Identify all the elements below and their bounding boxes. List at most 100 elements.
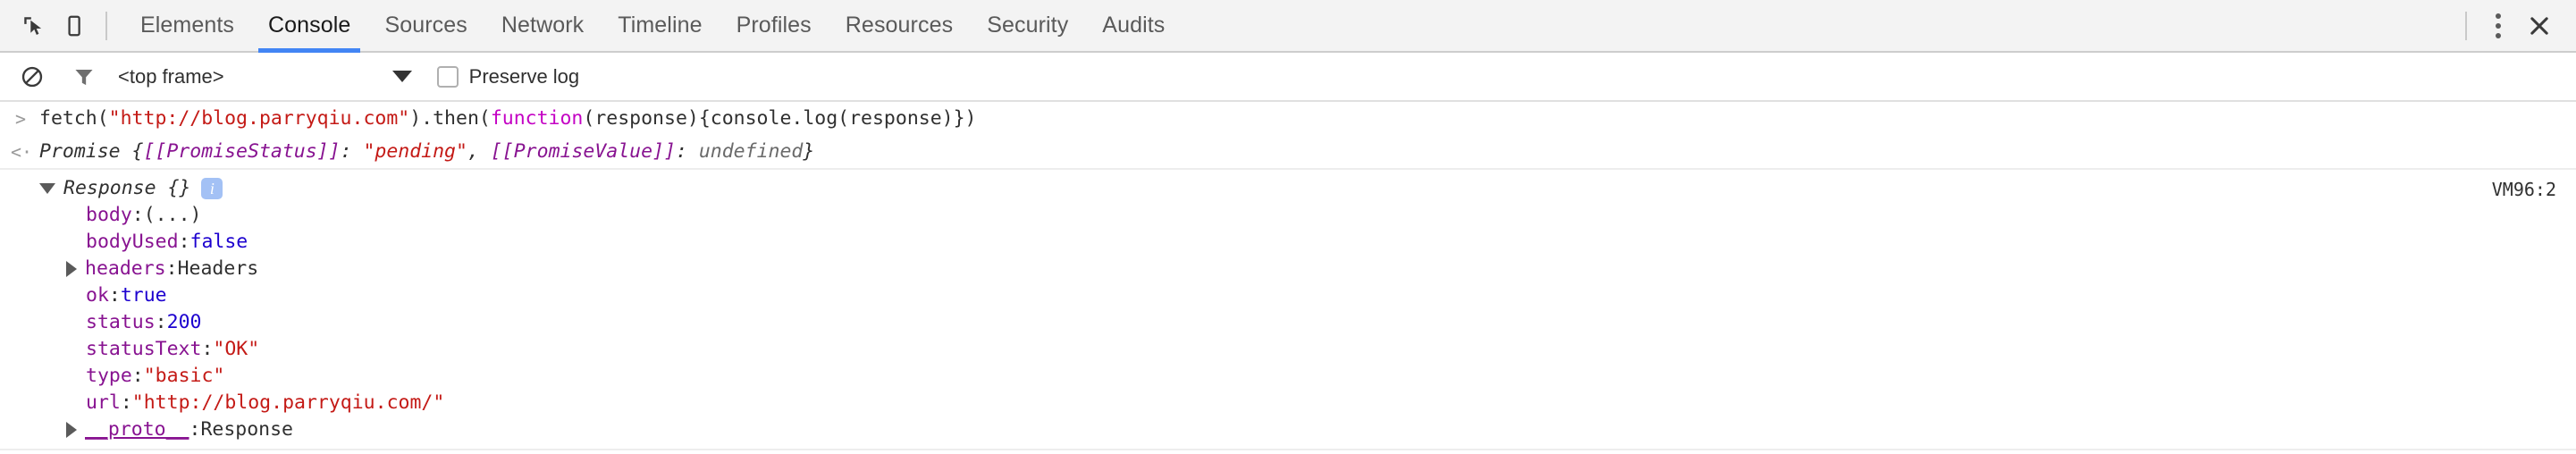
property-name: ok [86, 284, 109, 307]
object-property-statusText[interactable]: statusText: "OK" [66, 336, 2576, 363]
promise-status-key: [[PromiseStatus]] [143, 140, 341, 163]
command-part-2: ).then( [409, 107, 491, 130]
property-value: false [189, 231, 248, 253]
preserve-log-toggle[interactable]: Preserve log [436, 64, 580, 88]
tab-label: Profiles [736, 13, 812, 38]
execution-context-selector[interactable]: <top frame> [118, 65, 412, 88]
property-separator: : [165, 257, 178, 280]
property-name: headers [85, 257, 166, 280]
console-log-row[interactable]: VM96:2 Fetch complete: GET "http://blog.… [0, 450, 2576, 454]
tab-label: Resources [845, 13, 954, 38]
property-separator: : [189, 418, 201, 441]
tab-audits[interactable]: Audits [1085, 0, 1182, 51]
console-command-text: fetch("http://blog.parryqiu.com").then(f… [30, 105, 977, 132]
object-property-body[interactable]: body: (...) [66, 202, 2576, 229]
promise-close: } [803, 140, 815, 163]
devtools-tabbar: Elements Console Sources Network Timelin… [0, 0, 2576, 53]
property-value: Response [200, 418, 294, 441]
property-separator: : [201, 338, 214, 360]
command-part-1: fetch( [39, 107, 109, 130]
tab-elements[interactable]: Elements [123, 0, 251, 51]
command-part-3: (response){console.log(response)}) [583, 107, 977, 130]
promise-comma: , [467, 140, 491, 163]
promise-sep-2: : [675, 140, 699, 163]
promise-label: Promise { [39, 140, 144, 163]
object-property-ok[interactable]: ok: true [66, 282, 2576, 309]
device-toolbar-icon[interactable] [54, 5, 95, 46]
tab-label: Sources [384, 13, 467, 38]
object-property-status[interactable]: status: 200 [66, 309, 2576, 336]
object-property-proto[interactable]: __proto__: Response [66, 416, 2576, 443]
property-name: status [86, 311, 156, 333]
execution-context-label: <top frame> [118, 64, 224, 88]
property-value: "http://blog.parryqiu.com/" [131, 391, 445, 414]
property-name: url [86, 391, 121, 414]
property-name: __proto__ [85, 418, 189, 441]
property-separator: : [131, 365, 144, 387]
object-property-bodyUsed[interactable]: bodyUsed: false [66, 229, 2576, 256]
property-name: type [86, 365, 132, 387]
tab-label: Network [501, 13, 585, 38]
devtools-window: Elements Console Sources Network Timelin… [0, 0, 2576, 454]
tab-label: Timeline [618, 13, 703, 38]
property-value: 200 [166, 311, 202, 333]
tab-sources[interactable]: Sources [367, 0, 484, 51]
result-prompt-icon: <· [11, 141, 33, 163]
disclosure-triangle-collapsed-icon[interactable] [66, 261, 77, 277]
console-result-row[interactable]: <· Promise {[[PromiseStatus]]: "pending"… [0, 135, 2576, 170]
console-promise-result: Promise {[[PromiseStatus]]: "pending", [… [30, 139, 814, 165]
close-icon[interactable] [2519, 5, 2560, 46]
property-separator: : [131, 204, 144, 226]
tab-resources[interactable]: Resources [829, 0, 970, 51]
command-keyword-function: function [490, 107, 584, 130]
source-link-response[interactable]: VM96:2 [2492, 176, 2556, 203]
input-prompt-icon: > [14, 108, 27, 130]
tab-profiles[interactable]: Profiles [720, 0, 829, 51]
object-property-headers[interactable]: headers: Headers [66, 256, 2576, 282]
clear-console-icon[interactable] [13, 57, 52, 97]
property-name: body [86, 204, 132, 226]
property-value: Headers [177, 257, 259, 280]
property-value: true [120, 284, 167, 307]
promise-value-key: [[PromiseValue]] [490, 140, 676, 163]
disclosure-triangle-collapsed-icon[interactable] [66, 422, 77, 438]
preserve-log-checkbox[interactable] [436, 65, 459, 88]
property-separator: : [120, 391, 132, 414]
response-object-block: Response {} i body: (...) bodyUsed: fals… [0, 175, 2576, 443]
promise-value: undefined [698, 140, 804, 163]
console-filter-bar: <top frame> Preserve log [0, 53, 2576, 102]
tab-label: Console [268, 13, 351, 38]
response-object-header[interactable]: Response {} i [39, 175, 2576, 202]
inspect-element-icon[interactable] [13, 5, 54, 46]
response-object-properties: body: (...) bodyUsed: false headers: Hea… [39, 202, 2576, 443]
console-input-row[interactable]: > fetch("http://blog.parryqiu.com").then… [0, 102, 2576, 135]
disclosure-triangle-expanded-icon[interactable] [39, 183, 55, 194]
tab-console[interactable]: Console [251, 0, 367, 53]
tabbar-right-tools [2454, 0, 2576, 51]
filter-funnel-icon[interactable] [64, 57, 104, 97]
toolbar-divider-right [2465, 11, 2467, 40]
tab-network[interactable]: Network [484, 0, 601, 51]
object-property-url[interactable]: url: "http://blog.parryqiu.com/" [66, 390, 2576, 416]
tab-label: Elements [140, 13, 235, 38]
property-separator: : [155, 311, 167, 333]
tab-timeline[interactable]: Timeline [601, 0, 719, 51]
property-value: "basic" [143, 365, 225, 387]
console-object-row[interactable]: VM96:2 Response {} i body: (...) bodyUse… [0, 170, 2576, 450]
object-property-type[interactable]: type: "basic" [66, 363, 2576, 390]
toolbar-divider [105, 11, 107, 40]
chevron-down-icon[interactable] [391, 71, 412, 82]
response-object-title: Response {} [63, 177, 191, 199]
tabbar-left-tools [0, 0, 118, 51]
property-separator: : [178, 231, 190, 253]
kebab-menu-icon[interactable] [2478, 5, 2519, 46]
preserve-log-label: Preserve log [468, 64, 580, 88]
promise-status-value: "pending" [363, 140, 467, 163]
property-separator: : [108, 284, 121, 307]
panel-tabs: Elements Console Sources Network Timelin… [123, 0, 1182, 53]
console-message-list[interactable]: > fetch("http://blog.parryqiu.com").then… [0, 102, 2576, 454]
command-url-literal: "http://blog.parryqiu.com" [108, 107, 410, 130]
tab-security[interactable]: Security [970, 0, 1085, 51]
info-badge-icon[interactable]: i [201, 178, 223, 199]
tab-label: Audits [1102, 13, 1166, 38]
